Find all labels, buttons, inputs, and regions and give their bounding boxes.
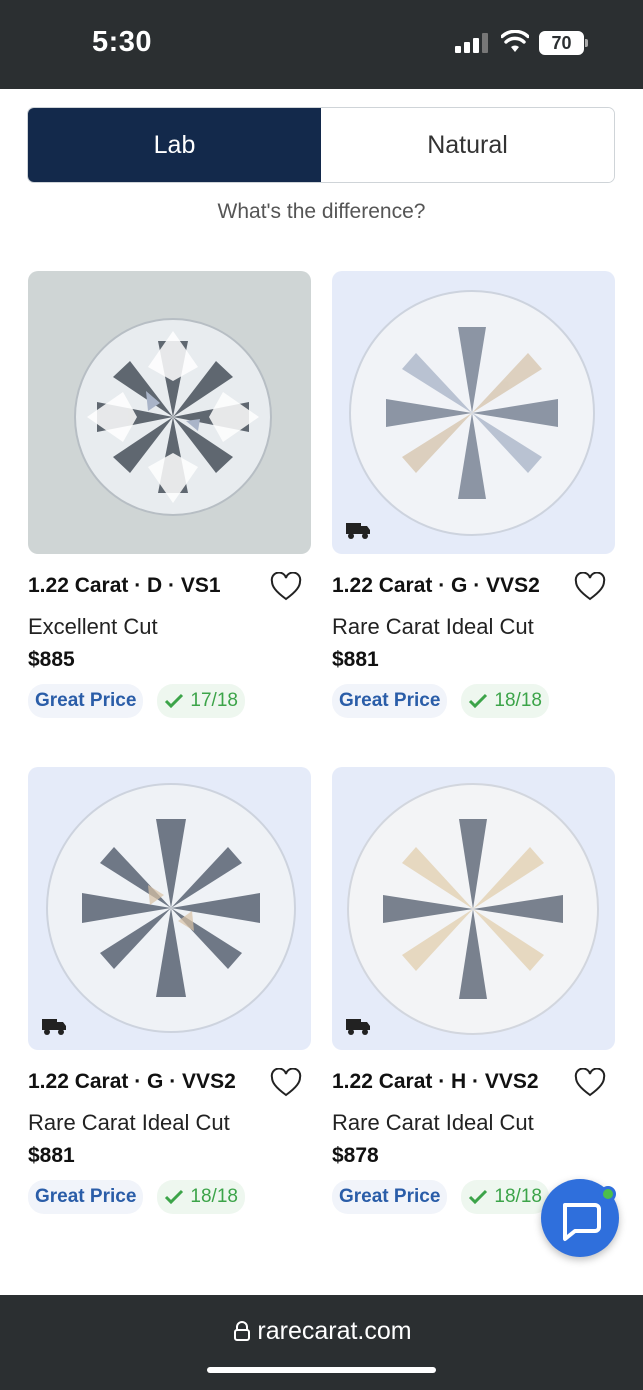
diamond-type-toggle: Lab Natural: [27, 107, 615, 183]
product-card[interactable]: 1.22 Carat · G · VVS2 Rare Carat Ideal C…: [28, 767, 311, 1214]
product-price: $878: [332, 1144, 379, 1167]
check-icon: [469, 693, 488, 709]
product-title[interactable]: 1.22 Carat · H · VVS2: [332, 1070, 539, 1094]
diamond-photo: [349, 290, 595, 536]
battery-icon: 70: [539, 31, 584, 55]
diamond-photo: [347, 783, 599, 1035]
score-badge: 18/18: [461, 1180, 549, 1214]
check-icon: [165, 693, 184, 709]
score-value: 18/18: [494, 1186, 542, 1207]
score-value: 18/18: [494, 690, 542, 711]
great-price-badge: Great Price: [332, 1180, 448, 1214]
lock-icon: [234, 1321, 251, 1341]
diamond-photo: [74, 318, 272, 516]
heart-icon[interactable]: [574, 572, 606, 602]
product-price: $881: [332, 648, 379, 671]
great-price-badge: Great Price: [332, 684, 448, 718]
product-card[interactable]: 1.22 Carat · H · VVS2 Rare Carat Ideal C…: [332, 767, 615, 1214]
diamond-image[interactable]: [28, 767, 311, 1050]
battery-tip: [585, 39, 588, 47]
score-value: 17/18: [190, 690, 238, 711]
heart-icon[interactable]: [270, 572, 302, 602]
product-cut: Rare Carat Ideal Cut: [28, 1110, 230, 1135]
online-status-dot: [600, 1186, 616, 1202]
url-display[interactable]: rarecarat.com: [0, 1317, 643, 1346]
score-value: 18/18: [190, 1186, 238, 1207]
product-price: $885: [28, 648, 75, 671]
status-time: 5:30: [92, 26, 153, 58]
diamond-image[interactable]: [28, 271, 311, 554]
truck-icon: [42, 1019, 66, 1035]
score-badge: 18/18: [157, 1180, 245, 1214]
heart-icon[interactable]: [270, 1068, 302, 1098]
diamond-photo: [46, 783, 296, 1033]
score-badge: 17/18: [157, 684, 245, 718]
diamond-image[interactable]: [332, 271, 615, 554]
status-bar: 5:30 70: [0, 0, 643, 89]
truck-icon: [346, 1019, 370, 1035]
browser-url-bar: rarecarat.com: [0, 1295, 643, 1390]
truck-icon: [346, 523, 370, 539]
score-badge: 18/18: [461, 684, 549, 718]
url-text: rarecarat.com: [257, 1317, 412, 1345]
heart-icon[interactable]: [574, 1068, 606, 1098]
difference-link[interactable]: What's the difference?: [0, 200, 643, 224]
natural-toggle-button[interactable]: Natural: [321, 108, 614, 182]
signal-icon: [455, 33, 491, 53]
home-indicator[interactable]: [207, 1367, 436, 1373]
great-price-badge: Great Price: [28, 1180, 144, 1214]
lab-toggle-button[interactable]: Lab: [28, 108, 321, 182]
check-icon: [165, 1189, 184, 1205]
check-icon: [469, 1189, 488, 1205]
product-cut: Excellent Cut: [28, 614, 158, 639]
product-title[interactable]: 1.22 Carat · D · VS1: [28, 574, 221, 598]
product-cut: Rare Carat Ideal Cut: [332, 614, 534, 639]
product-card[interactable]: 1.22 Carat · D · VS1 Excellent Cut $885 …: [28, 271, 311, 718]
great-price-badge: Great Price: [28, 684, 144, 718]
product-price: $881: [28, 1144, 75, 1167]
diamond-image[interactable]: [332, 767, 615, 1050]
product-title[interactable]: 1.22 Carat · G · VVS2: [28, 1070, 236, 1094]
product-card[interactable]: 1.22 Carat · G · VVS2 Rare Carat Ideal C…: [332, 271, 615, 718]
product-title[interactable]: 1.22 Carat · G · VVS2: [332, 574, 540, 598]
wifi-icon: [501, 30, 529, 52]
product-cut: Rare Carat Ideal Cut: [332, 1110, 534, 1135]
